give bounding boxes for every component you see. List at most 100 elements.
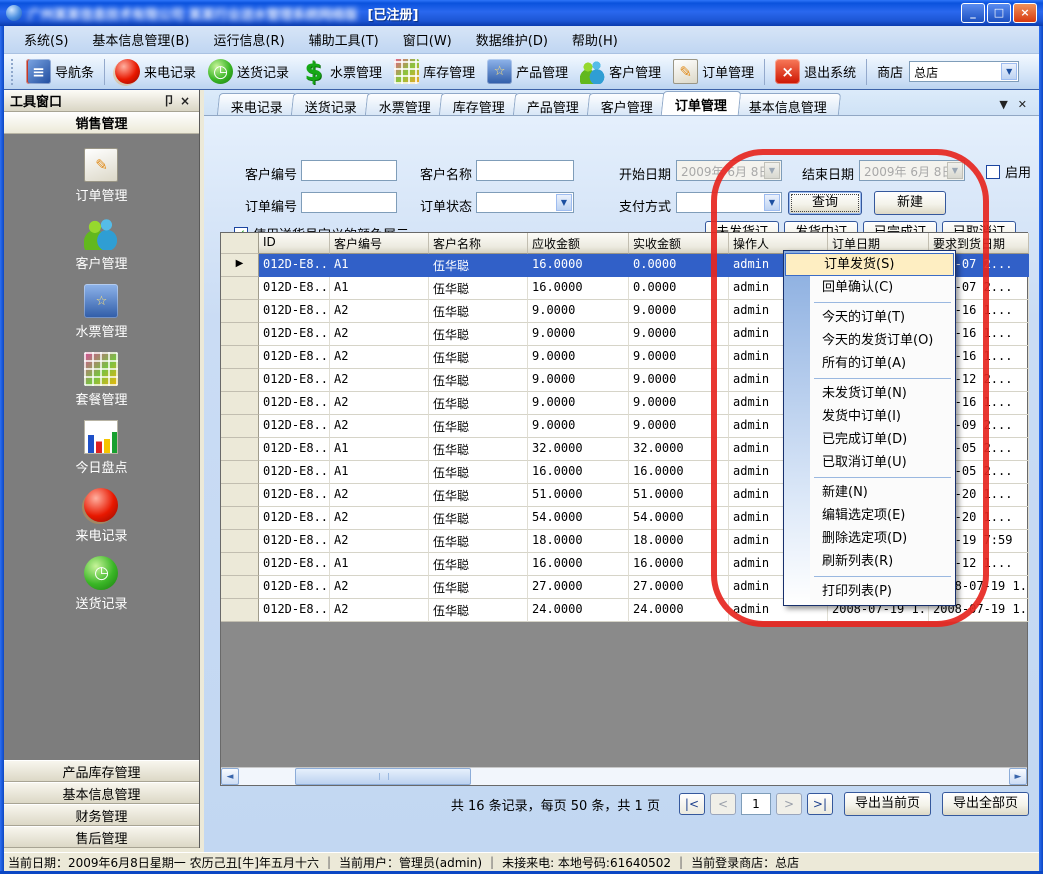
row-selector-cell[interactable] bbox=[221, 438, 259, 461]
new-button[interactable]: 新建 bbox=[874, 191, 946, 215]
tab-库存管理[interactable]: 库存管理 bbox=[439, 93, 519, 115]
sidebar-section-bar[interactable]: 产品库存管理 bbox=[4, 760, 199, 782]
row-selector-cell[interactable] bbox=[221, 576, 259, 599]
next-page-button[interactable]: > bbox=[776, 793, 802, 815]
sidebar-section-sales[interactable]: 销售管理 bbox=[4, 112, 199, 134]
menubar-item[interactable]: 窗口(W) bbox=[391, 26, 464, 53]
row-selector-cell[interactable] bbox=[221, 392, 259, 415]
row-selector-cell[interactable] bbox=[221, 507, 259, 530]
column-header-4[interactable]: 应收金额 bbox=[528, 233, 629, 254]
context-menu-item[interactable]: 新建(N) bbox=[784, 481, 955, 504]
context-menu-item[interactable]: 今天的发货订单(O) bbox=[784, 329, 955, 352]
sidebar-section-bar[interactable]: 财务管理 bbox=[4, 804, 199, 826]
query-button[interactable]: 查询 bbox=[788, 191, 862, 215]
enable-checkbox[interactable]: 启用 bbox=[986, 162, 1031, 181]
end-date-picker[interactable]: 2009年 6月 8日 ▼ bbox=[859, 160, 965, 181]
context-menu-item[interactable]: 编辑选定项(E) bbox=[784, 504, 955, 527]
column-header-1[interactable]: ID bbox=[259, 233, 330, 254]
tab-基本信息管理[interactable]: 基本信息管理 bbox=[735, 93, 841, 115]
row-selector-cell[interactable] bbox=[221, 415, 259, 438]
pin-icon[interactable]: 卩 bbox=[161, 92, 177, 109]
sidebar-item-call-record[interactable]: 来电记录 bbox=[75, 488, 127, 544]
tab-来电记录[interactable]: 来电记录 bbox=[217, 93, 297, 115]
pay-method-select[interactable]: ▼ bbox=[676, 192, 782, 213]
context-menu-item[interactable]: 未发货订单(N) bbox=[784, 382, 955, 405]
context-menu-item[interactable]: 已取消订单(U) bbox=[784, 451, 955, 474]
scrollbar-thumb[interactable] bbox=[295, 768, 471, 785]
page-number-input[interactable]: 1 bbox=[741, 793, 771, 815]
row-selector-cell[interactable] bbox=[221, 530, 259, 553]
context-menu-item[interactable]: 发货中订单(I) bbox=[784, 405, 955, 428]
last-page-button[interactable]: >| bbox=[807, 793, 833, 815]
end-date-arrow-icon[interactable]: ▼ bbox=[947, 162, 963, 179]
row-selector-cell[interactable] bbox=[221, 300, 259, 323]
first-page-button[interactable]: |< bbox=[679, 793, 705, 815]
context-menu-item[interactable]: 所有的订单(A) bbox=[784, 352, 955, 375]
shop-select-arrow-icon[interactable]: ▼ bbox=[1001, 63, 1017, 80]
toolbar-grip[interactable] bbox=[11, 59, 17, 85]
toolbar-button-call-record[interactable]: 来电记录 bbox=[109, 57, 202, 86]
start-date-arrow-icon[interactable]: ▼ bbox=[764, 162, 780, 179]
sidebar-item-delivery-record[interactable]: ◷送货记录 bbox=[75, 556, 127, 612]
column-header-2[interactable]: 客户编号 bbox=[330, 233, 429, 254]
menubar-item[interactable]: 基本信息管理(B) bbox=[80, 26, 201, 53]
sidebar-section-bar[interactable]: 售后管理 bbox=[4, 826, 199, 848]
shop-select[interactable]: 总店▼ bbox=[909, 61, 1019, 82]
sidebar-item-order[interactable]: ✎订单管理 bbox=[75, 148, 127, 204]
row-selector-cell[interactable] bbox=[221, 323, 259, 346]
scroll-right-icon[interactable]: ► bbox=[1009, 768, 1027, 785]
menubar-item[interactable]: 数据维护(D) bbox=[464, 26, 560, 53]
horizontal-scrollbar[interactable]: ◄ ► bbox=[221, 767, 1027, 785]
row-selector-cell[interactable] bbox=[221, 461, 259, 484]
maximize-button[interactable]: □ bbox=[987, 3, 1011, 23]
toolbar-button-water-ticket[interactable]: $水票管理 bbox=[295, 57, 388, 86]
tab-客户管理[interactable]: 客户管理 bbox=[587, 93, 667, 115]
scrollbar-track[interactable] bbox=[239, 768, 1009, 785]
prev-page-button[interactable]: < bbox=[710, 793, 736, 815]
context-menu-item[interactable]: 订单发货(S) bbox=[785, 253, 954, 276]
sidebar-item-package[interactable]: 套餐管理 bbox=[75, 352, 127, 408]
toolbar-button-customer[interactable]: 客户管理 bbox=[574, 57, 667, 86]
menubar-item[interactable]: 运行信息(R) bbox=[201, 26, 296, 53]
close-button[interactable]: × bbox=[1013, 3, 1037, 23]
context-menu-item[interactable]: 刷新列表(R) bbox=[784, 550, 955, 573]
row-selector-cell[interactable] bbox=[221, 484, 259, 507]
scroll-left-icon[interactable]: ◄ bbox=[221, 768, 239, 785]
sidebar-item-product[interactable]: ☆水票管理 bbox=[75, 284, 127, 340]
tab-送货记录[interactable]: 送货记录 bbox=[291, 93, 371, 115]
tab-close-icon[interactable]: ✕ bbox=[1018, 98, 1027, 111]
pay-method-arrow-icon[interactable]: ▼ bbox=[764, 194, 780, 211]
toolbar-button-order[interactable]: ✎订单管理 bbox=[667, 57, 760, 86]
context-menu-item[interactable]: 打印列表(P) bbox=[784, 580, 955, 603]
sidebar-item-daily-check[interactable]: 今日盘点 bbox=[75, 420, 127, 476]
tab-产品管理[interactable]: 产品管理 bbox=[513, 93, 593, 115]
minimize-button[interactable]: _ bbox=[961, 3, 985, 23]
row-selector-cell[interactable] bbox=[221, 369, 259, 392]
row-selector-cell[interactable] bbox=[221, 277, 259, 300]
context-menu-item[interactable]: 今天的订单(T) bbox=[784, 306, 955, 329]
customer-name-input[interactable] bbox=[476, 160, 574, 181]
enable-checkbox-box[interactable] bbox=[986, 165, 1000, 179]
tab-水票管理[interactable]: 水票管理 bbox=[365, 93, 445, 115]
tab-dropdown-icon[interactable]: ▼ bbox=[999, 98, 1007, 111]
context-menu-item[interactable]: 删除选定项(D) bbox=[784, 527, 955, 550]
toolbar-button-inventory[interactable]: 库存管理 bbox=[388, 57, 481, 86]
row-selector-cell[interactable]: ▶ bbox=[221, 254, 259, 277]
sidebar-close-icon[interactable]: × bbox=[177, 94, 193, 108]
menubar-item[interactable]: 帮助(H) bbox=[560, 26, 630, 53]
customer-no-input[interactable] bbox=[301, 160, 397, 181]
column-header-5[interactable]: 实收金额 bbox=[629, 233, 729, 254]
sidebar-item-customer[interactable]: 客户管理 bbox=[75, 216, 127, 272]
row-selector-cell[interactable] bbox=[221, 599, 259, 622]
context-menu-item[interactable]: 回单确认(C) bbox=[784, 276, 955, 299]
menubar-item[interactable]: 系统(S) bbox=[12, 26, 80, 53]
sidebar-section-bar[interactable]: 基本信息管理 bbox=[4, 782, 199, 804]
toolbar-button-exit[interactable]: ×退出系统 bbox=[769, 57, 862, 86]
order-status-arrow-icon[interactable]: ▼ bbox=[556, 194, 572, 211]
order-status-select[interactable]: ▼ bbox=[476, 192, 574, 213]
context-menu-item[interactable]: 已完成订单(D) bbox=[784, 428, 955, 451]
start-date-picker[interactable]: 2009年 6月 8日 ▼ bbox=[676, 160, 782, 181]
row-selector-cell[interactable] bbox=[221, 346, 259, 369]
menubar-item[interactable]: 辅助工具(T) bbox=[297, 26, 391, 53]
toolbar-button-product[interactable]: ☆产品管理 bbox=[481, 57, 574, 86]
